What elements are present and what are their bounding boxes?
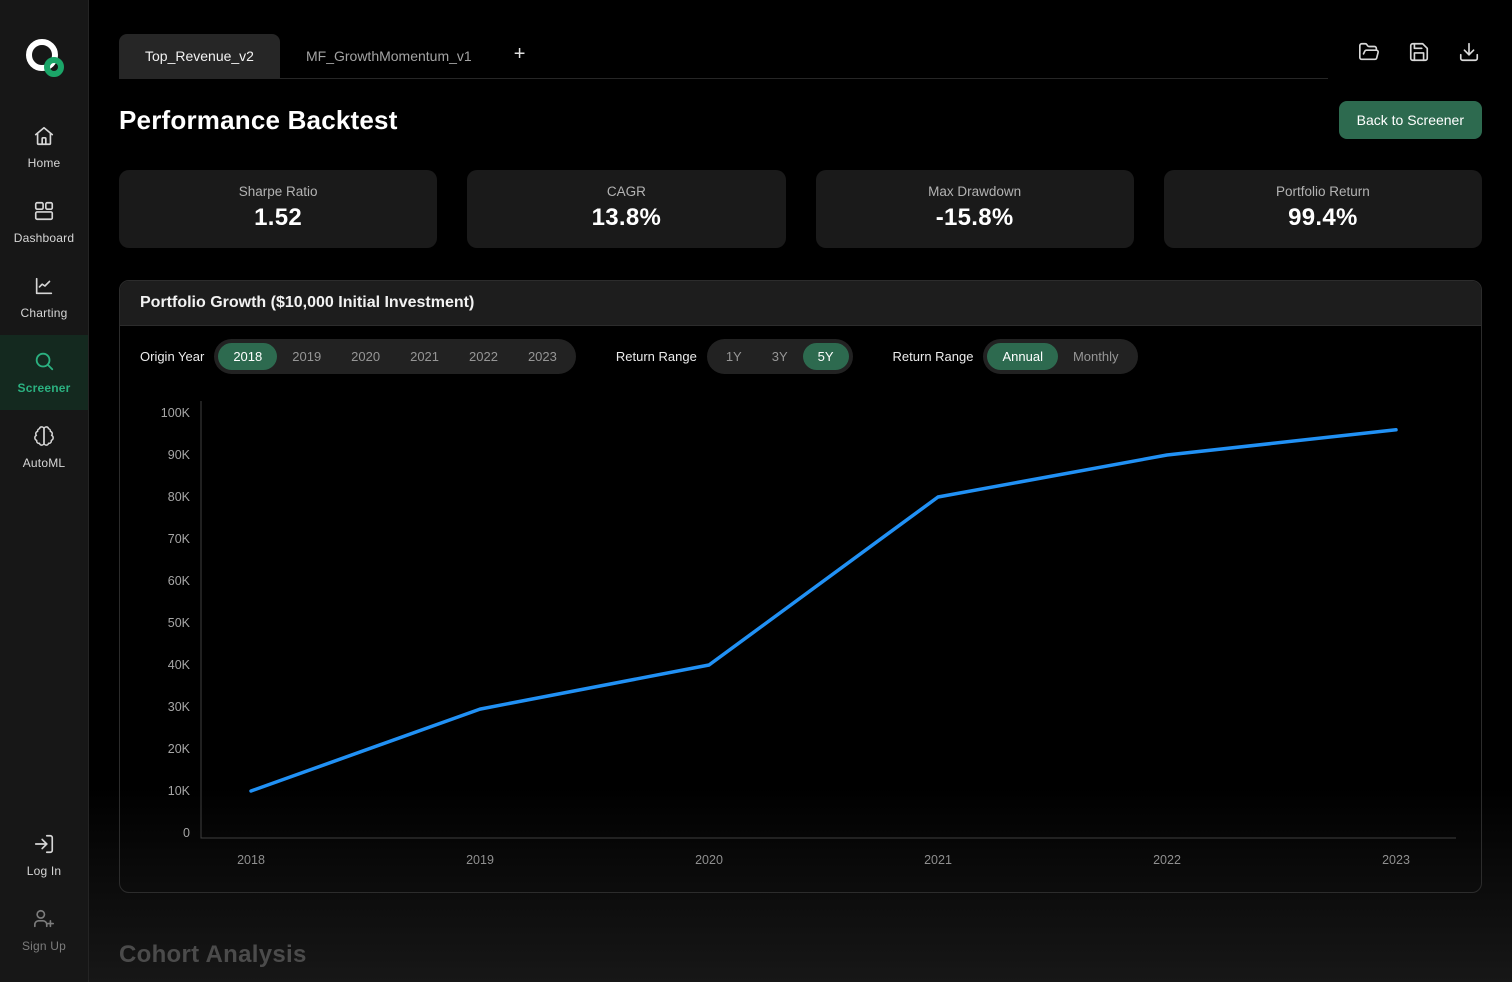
pill-2020[interactable]: 2020	[336, 343, 395, 370]
user-plus-icon	[33, 908, 55, 930]
return-range-filter: Return Range 1Y3Y5Y	[616, 339, 853, 374]
y-axis-tick-label: 40K	[168, 658, 191, 672]
sidebar-item-dashboard[interactable]: Dashboard	[0, 185, 88, 260]
sidebar-item-label: Charting	[21, 306, 68, 320]
return-frequency-pill-group: AnnualMonthly	[983, 339, 1137, 374]
sidebar-item-login[interactable]: Log In	[0, 818, 88, 893]
sidebar-item-label: Log In	[27, 864, 62, 878]
origin-year-pill-group: 201820192020202120222023	[214, 339, 576, 374]
x-axis-tick-label: 2019	[466, 853, 494, 867]
tab-mf-growthmomentum-v1[interactable]: MF_GrowthMomentum_v1	[280, 34, 498, 78]
portfolio-growth-panel: Portfolio Growth ($10,000 Initial Invest…	[119, 280, 1482, 893]
top-action-icons	[1328, 41, 1482, 79]
pill-3y[interactable]: 3Y	[757, 343, 803, 370]
return-range-pill-group: 1Y3Y5Y	[707, 339, 853, 374]
cohort-analysis-title: Cohort Analysis	[119, 941, 1482, 969]
sidebar-item-signup[interactable]: Sign Up	[0, 893, 88, 968]
y-axis-tick-label: 0	[183, 826, 190, 840]
home-icon	[33, 125, 55, 147]
tab-bar: Top_Revenue_v2 MF_GrowthMomentum_v1 +	[119, 0, 1482, 79]
sidebar-item-label: Sign Up	[22, 939, 66, 953]
sidebar-item-label: AutoML	[23, 456, 66, 470]
x-axis-tick-label: 2022	[1153, 853, 1181, 867]
pill-5y[interactable]: 5Y	[803, 343, 849, 370]
page-header: Performance Backtest Back to Screener	[119, 101, 1482, 139]
portfolio-growth-line	[251, 430, 1396, 791]
logo-q-icon	[23, 36, 65, 80]
y-axis-tick-label: 100K	[161, 406, 191, 420]
y-axis-tick-label: 60K	[168, 574, 191, 588]
stat-label: Portfolio Return	[1276, 184, 1370, 199]
sidebar-item-label: Home	[28, 156, 61, 170]
pill-1y[interactable]: 1Y	[711, 343, 757, 370]
back-to-screener-button[interactable]: Back to Screener	[1339, 101, 1482, 139]
sidebar-footer: Log In Sign Up	[0, 818, 88, 982]
chart-filters: Origin Year 201820192020202120222023 Ret…	[120, 326, 1481, 380]
pill-2018[interactable]: 2018	[218, 343, 277, 370]
pill-2019[interactable]: 2019	[277, 343, 336, 370]
login-icon	[33, 833, 55, 855]
return-frequency-filter: Return Range AnnualMonthly	[893, 339, 1138, 374]
sidebar: Home Dashboard Charting Screener AutoML	[0, 0, 89, 982]
sidebar-item-label: Dashboard	[14, 231, 75, 245]
x-axis-tick-label: 2020	[695, 853, 723, 867]
filter-label: Return Range	[616, 349, 697, 364]
dashboard-icon	[33, 200, 55, 222]
stat-value: -15.8%	[936, 204, 1014, 232]
page-title: Performance Backtest	[119, 105, 398, 136]
chart-line-icon	[33, 275, 55, 297]
main-content: Top_Revenue_v2 MF_GrowthMomentum_v1 +	[89, 0, 1512, 982]
x-axis-tick-label: 2023	[1382, 853, 1410, 867]
filter-label: Return Range	[893, 349, 974, 364]
stat-card-cagr: CAGR 13.8%	[467, 170, 785, 248]
portfolio-growth-chart: 0 10K 20K 30K 40K 50K 60K 70K 80K 90K 100K 2018 2019…	[120, 380, 1481, 892]
stat-label: Sharpe Ratio	[239, 184, 318, 199]
y-axis-tick-label: 10K	[168, 784, 191, 798]
save-icon[interactable]	[1408, 41, 1430, 63]
x-axis-tick-label: 2021	[924, 853, 952, 867]
app-logo[interactable]	[0, 36, 88, 80]
stats-row: Sharpe Ratio 1.52 CAGR 13.8% Max Drawdow…	[119, 170, 1482, 248]
sidebar-item-charting[interactable]: Charting	[0, 260, 88, 335]
pill-monthly[interactable]: Monthly	[1058, 343, 1134, 370]
pill-annual[interactable]: Annual	[987, 343, 1057, 370]
sidebar-item-home[interactable]: Home	[0, 110, 88, 185]
add-tab-button[interactable]: +	[498, 32, 542, 78]
y-axis-tick-label: 30K	[168, 700, 191, 714]
panel-header: Portfolio Growth ($10,000 Initial Invest…	[120, 281, 1481, 326]
tabs-strip: Top_Revenue_v2 MF_GrowthMomentum_v1 +	[119, 0, 1328, 79]
stat-value: 99.4%	[1288, 204, 1358, 232]
stat-card-max-drawdown: Max Drawdown -15.8%	[816, 170, 1134, 248]
search-icon	[33, 350, 55, 372]
filter-label: Origin Year	[140, 349, 204, 364]
y-axis-tick-label: 90K	[168, 448, 191, 462]
y-axis-tick-label: 20K	[168, 742, 191, 756]
brain-icon	[33, 425, 55, 447]
stat-card-portfolio-return: Portfolio Return 99.4%	[1164, 170, 1482, 248]
pill-2023[interactable]: 2023	[513, 343, 572, 370]
y-axis-tick-label: 80K	[168, 490, 191, 504]
y-axis-tick-label: 70K	[168, 532, 191, 546]
stat-label: CAGR	[607, 184, 646, 199]
stat-label: Max Drawdown	[928, 184, 1021, 199]
y-axis-tick-label: 50K	[168, 616, 191, 630]
chart-axes	[201, 401, 1456, 838]
panel-title: Portfolio Growth ($10,000 Initial Invest…	[140, 294, 474, 311]
stat-value: 1.52	[254, 204, 302, 232]
sidebar-item-label: Screener	[18, 381, 71, 395]
pill-2022[interactable]: 2022	[454, 343, 513, 370]
sidebar-item-screener[interactable]: Screener	[0, 335, 88, 410]
download-icon[interactable]	[1458, 41, 1480, 63]
x-axis-tick-label: 2018	[237, 853, 265, 867]
stat-card-sharpe-ratio: Sharpe Ratio 1.52	[119, 170, 437, 248]
tab-top-revenue-v2[interactable]: Top_Revenue_v2	[119, 34, 280, 78]
origin-year-filter: Origin Year 201820192020202120222023	[140, 339, 576, 374]
pill-2021[interactable]: 2021	[395, 343, 454, 370]
stat-value: 13.8%	[592, 204, 662, 232]
sidebar-item-automl[interactable]: AutoML	[0, 410, 88, 485]
folder-open-icon[interactable]	[1358, 41, 1380, 63]
